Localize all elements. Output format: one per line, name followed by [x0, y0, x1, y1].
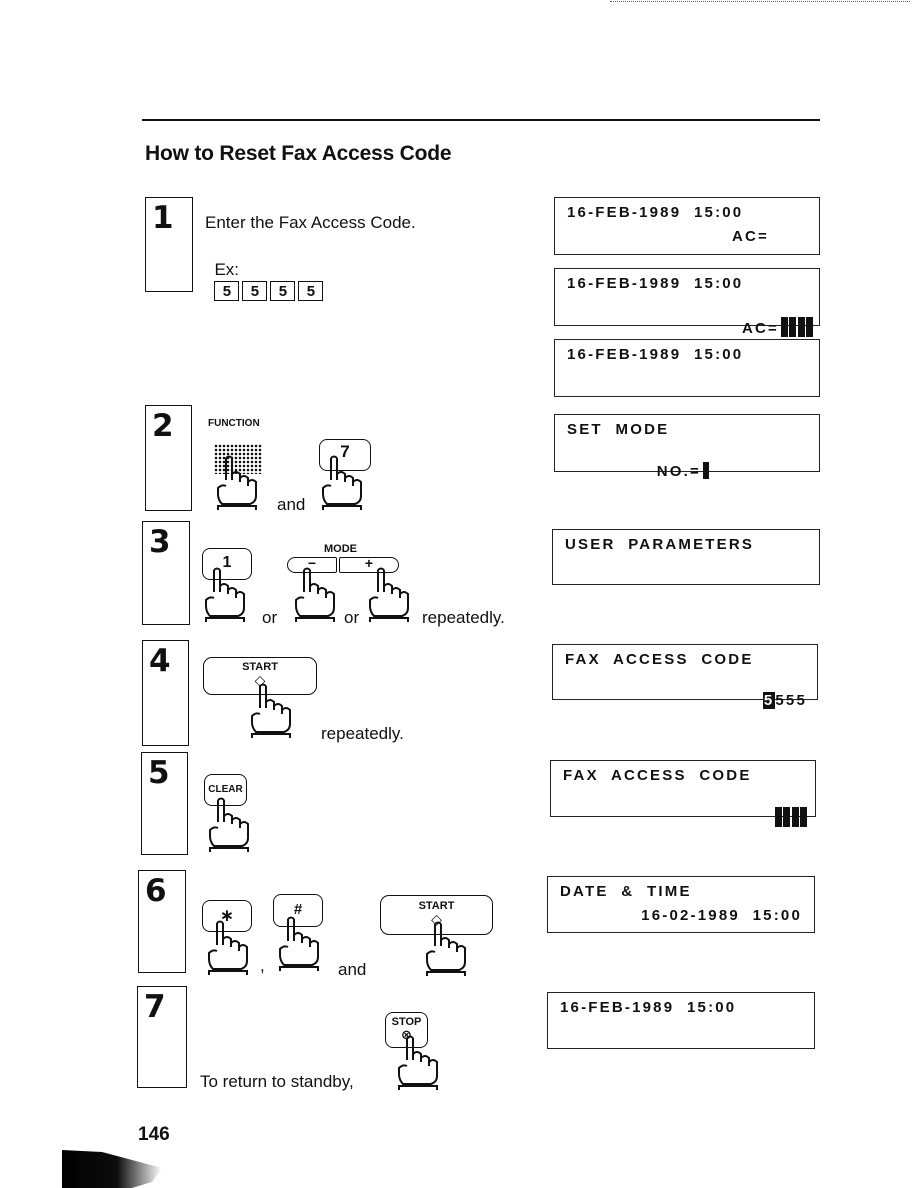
- pressing-hand-icon: [398, 1035, 438, 1090]
- lcd-display: 16-FEB-1989 15:00: [554, 339, 820, 397]
- step-7-box: 7: [137, 986, 187, 1088]
- masked-digit: [789, 317, 796, 337]
- mode-key-label: MODE: [324, 543, 357, 555]
- step-4-box: 4: [142, 640, 189, 746]
- repeatedly-text: repeatedly.: [422, 608, 505, 627]
- header-rule: [142, 119, 820, 121]
- lcd-line-2: 16-02-1989 15:00: [641, 907, 802, 924]
- lcd-cursor: [703, 462, 709, 479]
- step-1-example: Ex: 5555: [205, 240, 326, 301]
- lcd-line-1: 16-FEB-1989 15:00: [560, 999, 737, 1016]
- step-number: 6: [145, 873, 167, 909]
- pressing-hand-icon: [295, 567, 335, 622]
- lcd-cursor-digit: 5: [762, 692, 776, 709]
- masked-digit: [791, 807, 799, 827]
- step-2-box: 2: [145, 405, 192, 511]
- lcd-line-1: SET MODE: [567, 421, 670, 438]
- lcd-line-1: FAX ACCESS CODE: [565, 651, 754, 668]
- separator-comma: ,: [260, 956, 265, 975]
- pressing-hand-icon: [251, 683, 291, 738]
- lcd-display: FAX ACCESS CODE 5555: [552, 644, 818, 709]
- step-number: 7: [144, 989, 166, 1025]
- masked-digit: [783, 807, 790, 827]
- pressing-hand-icon: [208, 920, 248, 975]
- lcd-line-1: DATE & TIME: [560, 883, 692, 900]
- step-number: 1: [152, 200, 174, 236]
- page-title: How to Reset Fax Access Code: [145, 142, 452, 165]
- scan-artifact-line: [610, 1, 910, 3]
- step-5-box: 5: [141, 752, 188, 855]
- lcd-line-2: AC=: [741, 320, 779, 337]
- lcd-line-2: NO.=: [656, 463, 701, 480]
- lcd-line-1: USER PARAMETERS: [565, 536, 755, 553]
- lcd-line-1: 16-FEB-1989 15:00: [567, 204, 744, 221]
- pressing-hand-icon: [205, 567, 245, 622]
- lcd-line-2: AC=: [731, 228, 769, 245]
- masked-digit: [780, 317, 788, 337]
- step-number: 2: [152, 408, 174, 444]
- step-7-instruction: To return to standby,: [200, 1072, 354, 1091]
- lcd-line-1: 16-FEB-1989 15:00: [567, 346, 744, 363]
- lcd-display: USER PARAMETERS: [552, 529, 820, 585]
- connector-and: and: [277, 495, 306, 514]
- step-3-box: 3: [142, 521, 190, 625]
- lcd-display: 16-FEB-1989 15:00 AC=: [554, 268, 820, 337]
- page-corner-tab: [62, 1150, 162, 1188]
- step-number: 3: [149, 524, 171, 560]
- digit-key-5: 5: [214, 280, 240, 301]
- step-1-instruction: Enter the Fax Access Code.: [205, 213, 416, 232]
- pressing-hand-icon: [322, 455, 362, 510]
- digit-key-5: 5: [298, 280, 324, 301]
- connector-and: and: [338, 960, 367, 979]
- connector-or: or: [262, 608, 278, 627]
- page-number: 146: [138, 1124, 170, 1145]
- lcd-line-1: 16-FEB-1989 15:00: [567, 275, 744, 292]
- pressing-hand-icon: [426, 921, 466, 976]
- masked-digit: [774, 807, 782, 827]
- lcd-display: SET MODE NO.=: [554, 414, 820, 480]
- repeatedly-text: repeatedly.: [321, 724, 404, 743]
- masked-digit: [797, 317, 805, 337]
- step-1-box: 1: [145, 197, 193, 292]
- lcd-display: 16-FEB-1989 15:00 AC=: [554, 197, 820, 255]
- connector-or: or: [344, 608, 360, 627]
- lcd-line-1: FAX ACCESS CODE: [563, 767, 752, 784]
- function-key-label: FUNCTION: [208, 418, 260, 429]
- lcd-display: 16-FEB-1989 15:00: [547, 992, 815, 1049]
- digit-key-5: 5: [242, 280, 268, 301]
- lcd-line-2: 555: [775, 692, 807, 709]
- step-number: 5: [148, 755, 170, 791]
- pressing-hand-icon: [217, 455, 257, 510]
- step-number: 4: [149, 643, 171, 679]
- masked-digit: [806, 317, 813, 337]
- lcd-display: DATE & TIME 16-02-1989 15:00: [547, 876, 815, 933]
- pressing-hand-icon: [279, 916, 319, 971]
- pressing-hand-icon: [369, 567, 409, 622]
- lcd-display: FAX ACCESS CODE: [550, 760, 816, 827]
- masked-digit: [800, 807, 807, 827]
- pressing-hand-icon: [209, 797, 249, 852]
- step-6-box: 6: [138, 870, 186, 973]
- example-label: Ex:: [214, 260, 240, 279]
- digit-key-5: 5: [270, 280, 296, 301]
